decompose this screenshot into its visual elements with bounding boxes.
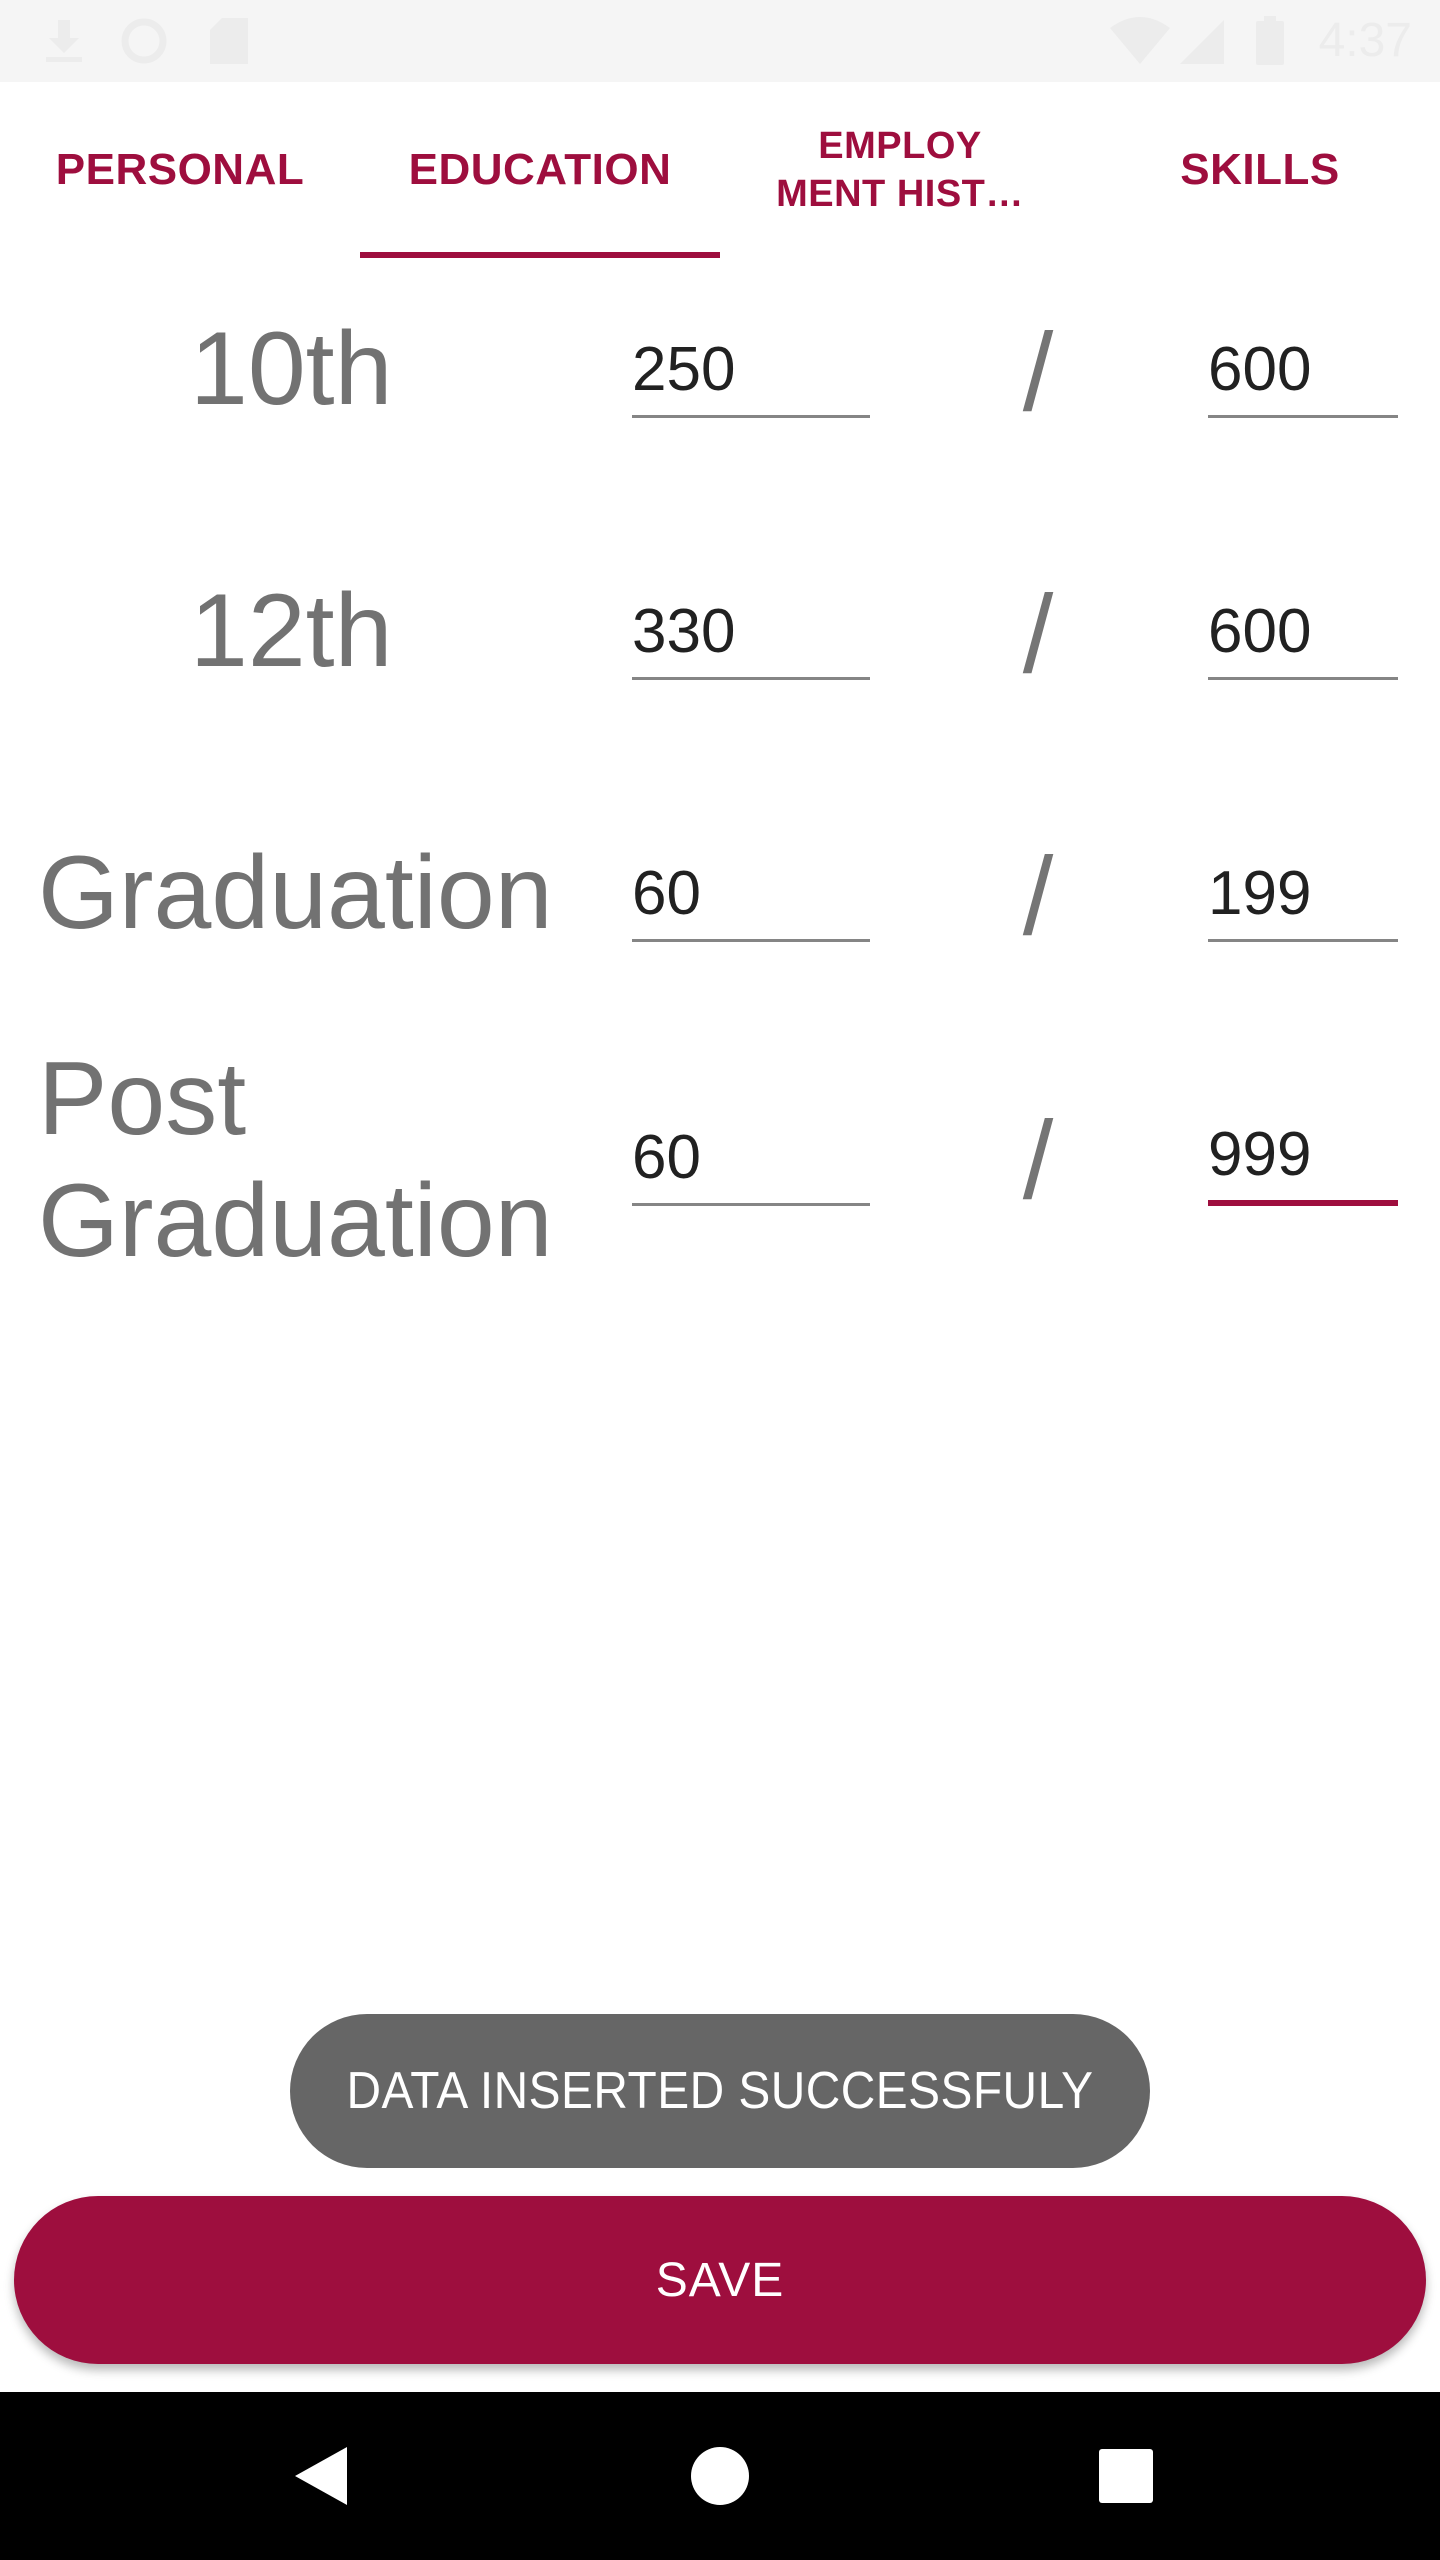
home-icon[interactable] [670, 2426, 770, 2526]
row-label-post-graduation: Post Graduation [38, 1038, 553, 1282]
total-marks-field-10th[interactable]: 600 [1208, 335, 1398, 418]
save-button[interactable]: SAVE [14, 2196, 1426, 2364]
navigation-bar [0, 2392, 1440, 2560]
total-marks-field-post-graduation[interactable]: 999 [1208, 1120, 1398, 1206]
total-marks-value-post-graduation: 999 [1208, 1120, 1312, 1189]
obtained-marks-field-graduation[interactable]: 60 [632, 859, 870, 942]
back-icon[interactable] [270, 2426, 370, 2526]
tab-education[interactable]: EDUCATION [360, 82, 720, 258]
toast-message: DATA INSERTED SUCCESSFULY [346, 2062, 1094, 2120]
total-marks-field-graduation[interactable]: 199 [1208, 859, 1398, 942]
tab-employment-history[interactable]: EMPLOY MENT HIST… [720, 82, 1080, 258]
tab-education-label: EDUCATION [408, 145, 672, 194]
tab-employment-label-line2: MENT HIST… [776, 173, 1024, 215]
battery-icon [1254, 16, 1286, 66]
separator-slash-post-graduation: / [1022, 1099, 1054, 1222]
obtained-marks-field-10th[interactable]: 250 [632, 335, 870, 418]
obtained-marks-field-12th[interactable]: 330 [632, 597, 870, 680]
obtained-marks-value-10th: 250 [632, 335, 736, 404]
app-screen: 4:37 PERSONAL EDUCATION EMPLOY MENT HIST… [0, 0, 1440, 2560]
row-label-post-graduation-line1: Post [38, 1041, 247, 1157]
tab-personal[interactable]: PERSONAL [0, 82, 360, 258]
tab-skills[interactable]: SKILLS [1080, 82, 1440, 258]
sd-card-icon [208, 16, 252, 66]
separator-slash-12th: / [1022, 573, 1054, 696]
obtained-marks-value-graduation: 60 [632, 859, 701, 928]
selected-tab-indicator [360, 252, 720, 258]
tab-skills-label: SKILLS [1180, 145, 1340, 194]
separator-slash-10th: / [1022, 311, 1054, 434]
row-label-post-graduation-line2: Graduation [38, 1163, 553, 1279]
obtained-marks-field-post-graduation[interactable]: 60 [632, 1123, 870, 1206]
status-bar: 4:37 [0, 0, 1440, 82]
status-time: 4:37 [1318, 14, 1412, 67]
obtained-marks-value-post-graduation: 60 [632, 1123, 701, 1192]
total-marks-field-12th[interactable]: 600 [1208, 597, 1398, 680]
tab-employment-label-line1: EMPLOY [818, 125, 982, 167]
signal-icon [1176, 16, 1228, 66]
success-toast: DATA INSERTED SUCCESSFULY [290, 2014, 1150, 2168]
total-marks-value-12th: 600 [1208, 597, 1312, 666]
save-button-label: SAVE [655, 2253, 785, 2307]
sync-icon [118, 16, 170, 66]
total-marks-value-10th: 600 [1208, 335, 1312, 404]
download-icon [38, 16, 90, 66]
obtained-marks-value-12th: 330 [632, 597, 736, 666]
separator-slash-graduation: / [1022, 835, 1054, 958]
row-label-12th: 12th [190, 573, 393, 689]
tab-personal-label: PERSONAL [55, 145, 305, 194]
wifi-icon [1108, 16, 1172, 66]
row-label-graduation: Graduation [38, 835, 553, 951]
row-label-10th: 10th [190, 311, 393, 427]
recents-icon[interactable] [1076, 2426, 1176, 2526]
total-marks-value-graduation: 199 [1208, 859, 1312, 928]
tab-bar: PERSONAL EDUCATION EMPLOY MENT HIST… SKI… [0, 82, 1440, 258]
